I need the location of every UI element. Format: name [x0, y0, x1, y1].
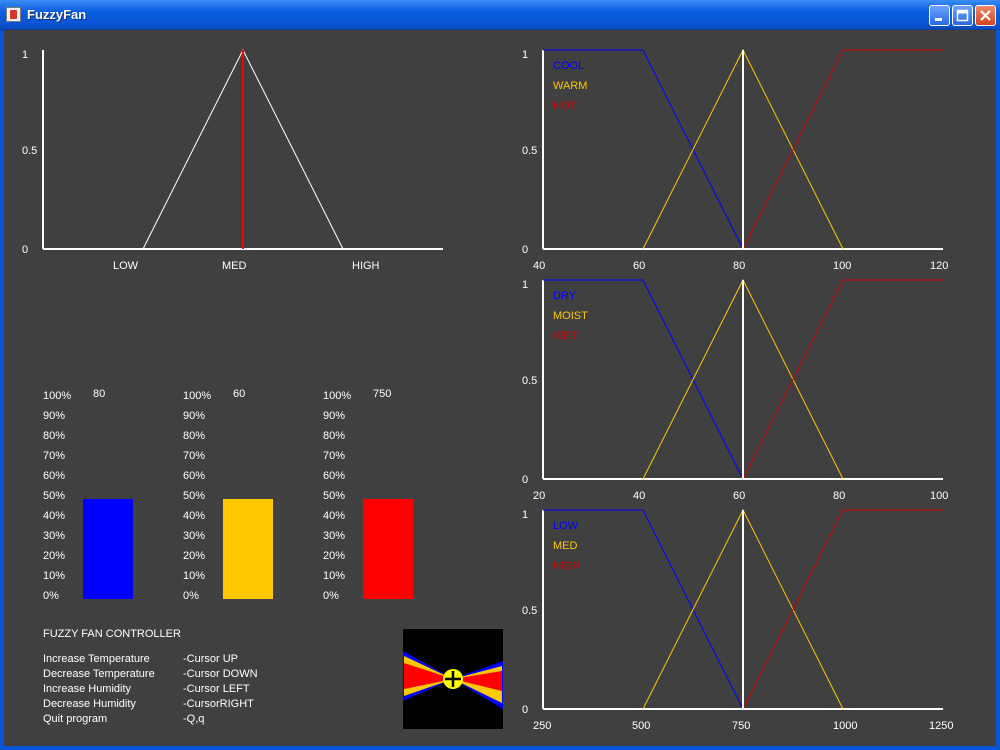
gauge-scale-label: 20% [43, 550, 66, 562]
speed-legend-high: HIGH [553, 560, 581, 572]
speed-x-tick: 1250 [929, 720, 953, 732]
gauge-scale-label: 30% [323, 530, 346, 542]
speed-x-tick: 1000 [833, 720, 857, 732]
help-key: -Q,q [183, 713, 205, 725]
gauge-scale-label: 0% [323, 590, 339, 602]
gauge-bar [363, 499, 413, 599]
gauge-scale-label: 50% [43, 490, 66, 502]
fan-animation [403, 629, 503, 729]
help-action: Decrease Temperature [43, 668, 155, 680]
gauge-value-label: 80 [93, 388, 106, 400]
gauge-scale-label: 20% [323, 550, 346, 562]
gauge-scale-label: 40% [43, 510, 66, 522]
speed-legend-low: LOW [553, 520, 579, 532]
gauge-scale-label: 10% [323, 570, 346, 582]
gauge-scale-label: 70% [43, 450, 66, 462]
help-action: Increase Temperature [43, 653, 150, 665]
help-key: -Cursor DOWN [183, 668, 258, 680]
speed-legend-med: MED [553, 540, 578, 552]
gauge-scale-label: 90% [43, 410, 66, 422]
speed-y-tick: 1 [522, 509, 528, 521]
gauge-scale-label: 80% [43, 430, 66, 442]
help-key: -Cursor LEFT [183, 683, 250, 695]
gauge-scale-label: 30% [43, 530, 66, 542]
speed-y-tick: 0.5 [522, 605, 537, 617]
gauge-bar [223, 499, 273, 599]
gauge-scale-label: 100% [323, 390, 352, 402]
gauge-scale-label: 100% [43, 390, 72, 402]
gauge-scale-label: 10% [43, 570, 66, 582]
help-heading: FUZZY FAN CONTROLLER [43, 628, 181, 640]
gauge-scale-label: 40% [323, 510, 346, 522]
gauge-scale-label: 0% [183, 590, 199, 602]
gauge-bar [83, 499, 133, 599]
gauge-scale-label: 30% [183, 530, 206, 542]
help-key: -CursorRIGHT [183, 698, 254, 710]
gauge-value-label: 60 [233, 388, 246, 400]
gauge-scale-label: 70% [183, 450, 206, 462]
gauge-scale-label: 90% [183, 410, 206, 422]
help-action: Quit program [43, 713, 108, 725]
speed-x-tick: 750 [732, 720, 750, 732]
speed-y-tick: 0 [522, 704, 528, 716]
gauge-scale-label: 70% [323, 450, 346, 462]
help-key: -Cursor UP [183, 653, 239, 665]
gauge-scale-label: 60% [43, 470, 66, 482]
speed-high-curve [742, 509, 943, 710]
help-action: Increase Humidity [43, 683, 132, 695]
gauge-scale-label: 10% [183, 570, 206, 582]
gauge-scale-label: 100% [183, 390, 212, 402]
speed-x-tick: 250 [533, 720, 551, 732]
help-action: Decrease Humidity [43, 698, 136, 710]
gauge-scale-label: 40% [183, 510, 206, 522]
gauge-value-label: 750 [373, 388, 392, 400]
gauge-scale-label: 50% [183, 490, 206, 502]
gauge-scale-label: 80% [323, 430, 346, 442]
gauge-scale-label: 80% [183, 430, 206, 442]
gauge-scale-label: 50% [323, 490, 346, 502]
gauge-scale-label: 60% [183, 470, 206, 482]
gauge-scale-label: 20% [183, 550, 206, 562]
gauge-scale-label: 60% [323, 470, 346, 482]
gauge-scale-label: 90% [323, 410, 346, 422]
gauge-scale-label: 0% [43, 590, 59, 602]
speed-x-tick: 500 [632, 720, 650, 732]
